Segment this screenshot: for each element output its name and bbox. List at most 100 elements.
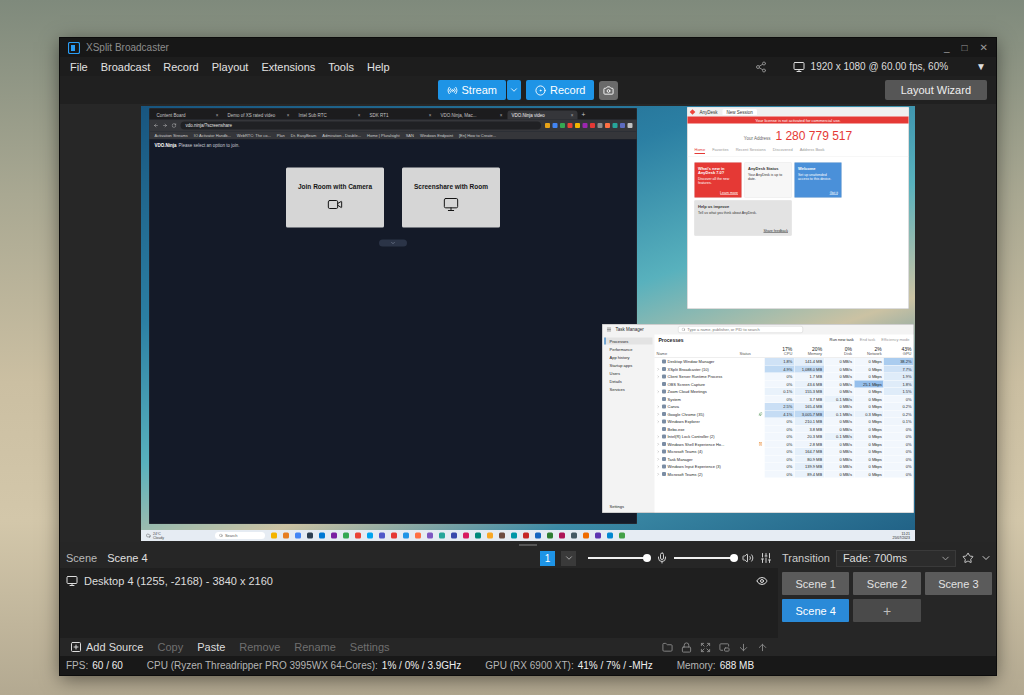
extension-icon[interactable] — [575, 123, 580, 128]
screenshot-button[interactable] — [599, 81, 618, 100]
anydesk-card[interactable]: AnyDesk StatusYour AnyDesk is up to date… — [745, 162, 792, 197]
task-manager-nav-item[interactable]: Processes — [605, 337, 653, 344]
process-row[interactable]: Intel(R) Lock Controller (2)0%20.3 MB0.1… — [655, 433, 914, 441]
extension-icon[interactable] — [628, 123, 633, 128]
task-manager-nav-item[interactable]: Services — [605, 385, 653, 392]
process-row[interactable]: Windows Shell Experience Ho...0%2.8 MB0 … — [655, 440, 914, 448]
process-row[interactable]: Windows Explorer0%210.1 MB0 MB/s0 Mbps0.… — [655, 418, 914, 426]
weather-widget[interactable]: 24°CCloudy — [146, 531, 164, 539]
column-header[interactable]: 43%GPU — [884, 345, 914, 358]
process-row[interactable]: Google Chrome (35)4.1%3,005.7 MB0.1 MB/s… — [655, 410, 914, 418]
taskbar-app-icon[interactable] — [511, 532, 517, 538]
slider-knob[interactable] — [730, 554, 738, 562]
source-action[interactable]: Settings — [350, 641, 390, 653]
new-tab-button[interactable]: + — [579, 110, 589, 118]
anydesk-tab[interactable]: New Session — [723, 109, 757, 115]
column-header[interactable]: 17%CPU — [765, 345, 795, 358]
fit-icon[interactable] — [719, 642, 730, 653]
taskbar-app-icon[interactable] — [595, 532, 601, 538]
window-control-button[interactable]: ✕ — [980, 43, 988, 53]
column-header[interactable]: 20%Memory — [794, 345, 824, 358]
expand-icon[interactable] — [657, 472, 661, 476]
reload-icon[interactable] — [172, 123, 177, 128]
taskbar-app-icon[interactable] — [415, 532, 421, 538]
taskbar-search[interactable]: Search — [215, 532, 265, 539]
layout-wizard-button[interactable]: Layout Wizard — [885, 80, 987, 100]
process-row[interactable]: System0%3.7 MB0.1 MB/s0 Mbps0% — [655, 395, 914, 403]
expand-icon[interactable] — [657, 412, 661, 416]
bookmark[interactable]: SAN — [406, 133, 414, 138]
taskbar-app-icon[interactable] — [379, 532, 385, 538]
tab-close[interactable]: × — [500, 112, 503, 117]
extension-icon[interactable] — [583, 123, 588, 128]
menu-item[interactable]: Broadcast — [101, 61, 151, 73]
process-row[interactable]: OBS Screen Capture0%43.6 MB0 MB/s25.1 Mb… — [655, 380, 914, 388]
volume-slider[interactable] — [588, 557, 650, 559]
preview-frame[interactable]: Content Board×Demo of XS rated video×Int… — [141, 106, 915, 541]
anydesk-card[interactable]: Help us improveTell us what you think ab… — [695, 200, 792, 235]
task-manager-nav-item[interactable]: Startup apps — [605, 361, 653, 368]
browser-tab[interactable]: SDK RT1× — [366, 110, 436, 119]
taskbar-app-icon[interactable] — [331, 532, 337, 538]
stream-button[interactable]: Stream — [438, 80, 506, 100]
expand-icon[interactable] — [657, 374, 661, 378]
anydesk-nav-item[interactable]: Discovered — [773, 147, 793, 154]
taskbar-app-icon[interactable] — [391, 532, 397, 538]
extension-icon[interactable] — [560, 123, 565, 128]
mixer-icon[interactable] — [760, 552, 772, 564]
taskbar-app-icon[interactable] — [307, 532, 313, 538]
taskbar-app-icon[interactable] — [427, 532, 433, 538]
expand-icon[interactable] — [657, 419, 661, 423]
browser-tab[interactable]: Content Board× — [153, 110, 223, 119]
taskbar-app-icon[interactable] — [619, 532, 625, 538]
process-search[interactable]: Type a name, publisher, or PID to search — [678, 326, 803, 333]
add-scene-button[interactable]: + — [853, 599, 920, 622]
task-manager-nav-item[interactable]: Performance — [605, 345, 653, 352]
source-action[interactable]: Copy — [157, 641, 183, 653]
tab-close[interactable]: × — [287, 112, 290, 117]
visibility-toggle[interactable] — [756, 575, 768, 587]
taskbar-app-icon[interactable] — [583, 532, 589, 538]
taskbar-app-icon[interactable] — [343, 532, 349, 538]
source-action[interactable]: Paste — [197, 641, 225, 653]
menu-item[interactable]: Playout — [212, 61, 249, 73]
source-action[interactable]: Add Source — [70, 641, 143, 653]
source-row[interactable]: Desktop 4 (1255, -2168) - 3840 x 2160 — [66, 572, 772, 590]
scene-button[interactable]: Scene 2 — [853, 572, 920, 595]
taskbar-app-icon[interactable] — [283, 532, 289, 538]
process-row[interactable]: Microsoft Teams (2)0%89.4 MB0 MB/s0 Mbps… — [655, 470, 914, 478]
extension-icon[interactable] — [590, 123, 595, 128]
extension-icon[interactable] — [620, 123, 625, 128]
process-row[interactable]: XSplit Broadcaster (10)4.9%1,088.0 MB0 M… — [655, 365, 914, 373]
process-row[interactable]: Client Server Runtime Process0%1.7 MB0 M… — [655, 373, 914, 381]
volume-slider[interactable] — [674, 557, 736, 559]
bookmark[interactable]: Plan — [277, 133, 285, 138]
process-action[interactable]: Efficiency mode — [881, 337, 909, 342]
bookmark[interactable]: Home | Pluralsight — [367, 133, 400, 138]
bookmark[interactable]: Admiration - Double... — [322, 133, 361, 138]
taskbar-app-icon[interactable] — [535, 532, 541, 538]
share-button[interactable] — [755, 61, 767, 73]
lock-icon[interactable] — [681, 642, 692, 653]
audio-track[interactable]: 1 — [540, 551, 555, 566]
folder-icon[interactable] — [662, 642, 673, 653]
arrow-up-icon[interactable] — [757, 642, 768, 653]
bookmark[interactable]: Activation Streams — [155, 133, 188, 138]
taskbar-app-icon[interactable] — [367, 532, 373, 538]
menu-icon[interactable] — [607, 327, 612, 332]
tab-close[interactable]: × — [571, 112, 574, 117]
process-action[interactable]: Run new task — [830, 337, 854, 342]
taskbar-app-icon[interactable] — [451, 532, 457, 538]
taskbar-app-icon[interactable] — [475, 532, 481, 538]
scene-button[interactable]: Scene 3 — [925, 572, 992, 595]
transition-select[interactable]: Fade: 700ms — [836, 550, 956, 567]
process-row[interactable]: Zoom Cloud Meetings0.1%155.3 MB0 MB/s0 M… — [655, 388, 914, 396]
join-option-button[interactable]: Join Room with Camera — [286, 167, 384, 227]
expand-icon[interactable] — [657, 442, 661, 446]
window-control-button[interactable]: □ — [962, 43, 968, 53]
expand-icon[interactable] — [657, 389, 661, 393]
scene-button[interactable]: Scene 1 — [782, 572, 849, 595]
more-options-button[interactable] — [379, 239, 407, 246]
extension-icon[interactable] — [605, 123, 610, 128]
arrow-down-icon[interactable] — [738, 642, 749, 653]
